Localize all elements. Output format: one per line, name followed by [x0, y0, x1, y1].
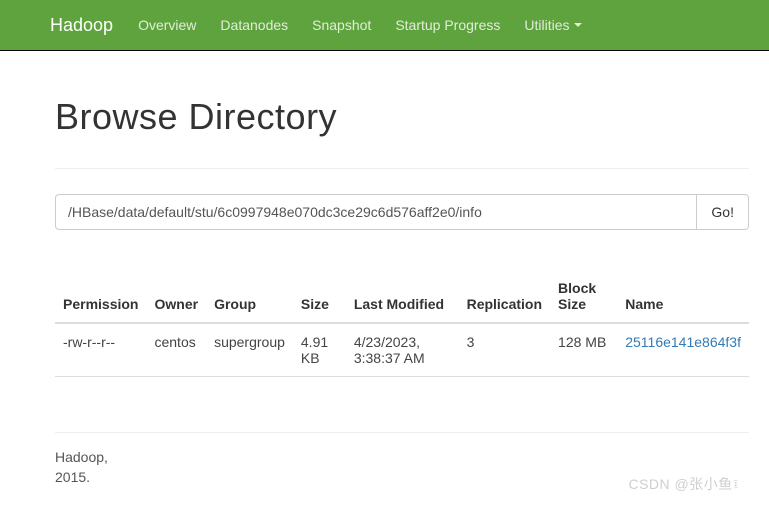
cell-owner: centos: [146, 323, 206, 377]
th-name: Name: [617, 270, 749, 323]
cell-name: 25116e141e864f3f: [617, 323, 749, 377]
path-input[interactable]: [55, 194, 697, 230]
brand-logo[interactable]: Hadoop: [50, 15, 113, 36]
directory-table: Permission Owner Group Size Last Modifie…: [55, 270, 749, 377]
nav-utilities-label: Utilities: [524, 17, 569, 33]
table-row: -rw-r--r-- centos supergroup 4.91 KB 4/2…: [55, 323, 749, 377]
path-input-row: Go!: [55, 168, 749, 230]
th-group: Group: [206, 270, 293, 323]
main-container: Browse Directory Go! Permission Owner Gr…: [0, 96, 769, 502]
nav-utilities[interactable]: Utilities: [524, 17, 581, 33]
nav-overview[interactable]: Overview: [138, 17, 196, 33]
page-title: Browse Directory: [55, 96, 749, 138]
nav-datanodes[interactable]: Datanodes: [220, 17, 288, 33]
caret-down-icon: [574, 23, 582, 27]
cell-group: supergroup: [206, 323, 293, 377]
navbar: Hadoop Overview Datanodes Snapshot Start…: [0, 0, 769, 51]
th-replication: Replication: [459, 270, 550, 323]
cell-block-size: 128 MB: [550, 323, 617, 377]
th-owner: Owner: [146, 270, 206, 323]
th-permission: Permission: [55, 270, 146, 323]
cell-last-modified: 4/23/2023, 3:38:37 AM: [346, 323, 459, 377]
cell-permission: -rw-r--r--: [55, 323, 146, 377]
table-header-row: Permission Owner Group Size Last Modifie…: [55, 270, 749, 323]
th-block-size: Block Size: [550, 270, 617, 323]
watermark: CSDN @张小鱼፤: [628, 475, 739, 495]
cell-size: 4.91 KB: [293, 323, 346, 377]
go-button[interactable]: Go!: [697, 194, 749, 230]
nav-snapshot[interactable]: Snapshot: [312, 17, 371, 33]
footer: Hadoop, 2015. CSDN @张小鱼፤: [55, 432, 749, 502]
nav-startup-progress[interactable]: Startup Progress: [395, 17, 500, 33]
cell-replication: 3: [459, 323, 550, 377]
th-last-modified: Last Modified: [346, 270, 459, 323]
navbar-inner: Hadoop Overview Datanodes Snapshot Start…: [0, 0, 769, 50]
footer-line1: Hadoop,: [55, 448, 749, 468]
file-link[interactable]: 25116e141e864f3f: [625, 334, 741, 350]
th-size: Size: [293, 270, 346, 323]
